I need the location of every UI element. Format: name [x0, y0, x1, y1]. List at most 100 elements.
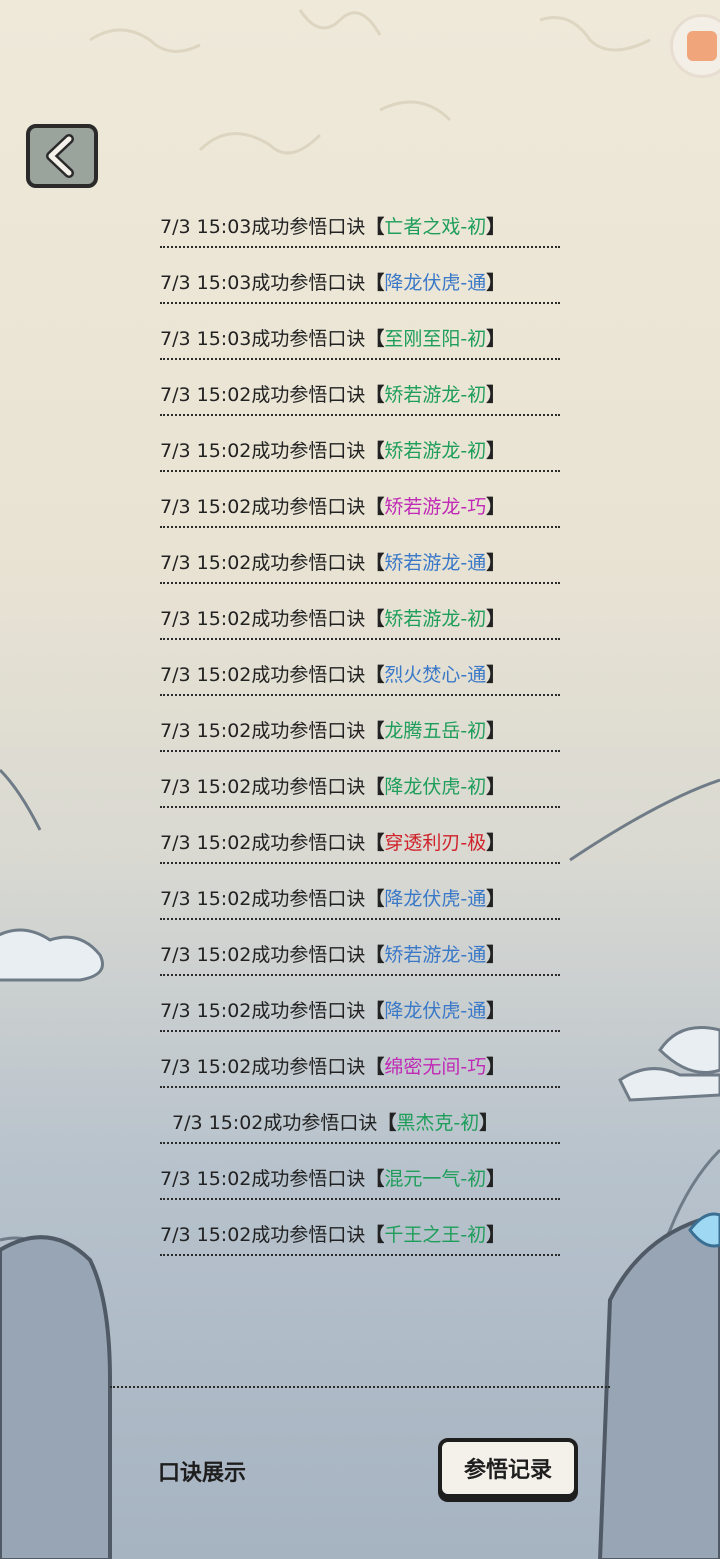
bracket-open: 【: [365, 216, 385, 238]
record-action: 成功参悟口诀: [251, 216, 366, 238]
record-text: 7/3 15:02成功参悟口诀【龙腾五岳-初】: [160, 719, 560, 743]
record-skill: 降龙伏虎-通: [384, 888, 487, 910]
list-item: 7/3 15:02成功参悟口诀【矫若游龙-初】: [160, 584, 560, 640]
bracket-close: 】: [486, 1056, 506, 1078]
bracket-close: 】: [486, 272, 506, 294]
record-text: 7/3 15:02成功参悟口诀【矫若游龙-初】: [160, 383, 560, 407]
bracket-close: 】: [486, 216, 506, 238]
bracket-close: 】: [486, 664, 506, 686]
record-action: 成功参悟口诀: [251, 440, 366, 462]
bracket-open: 【: [377, 1112, 397, 1134]
list-item: 7/3 15:02成功参悟口诀【降龙伏虎-通】: [160, 976, 560, 1032]
back-button[interactable]: [26, 124, 98, 188]
bracket-open: 【: [365, 776, 385, 798]
record-action: 成功参悟口诀: [251, 496, 366, 518]
bracket-open: 【: [365, 440, 385, 462]
record-skill: 千王之王-初: [384, 1224, 487, 1246]
record-time: 7/3 15:02: [160, 608, 252, 630]
record-action: 成功参悟口诀: [251, 608, 366, 630]
record-skill: 降龙伏虎-初: [384, 776, 487, 798]
record-time: 7/3 15:02: [160, 776, 252, 798]
record-text: 7/3 15:02成功参悟口诀【穿透利刃-极】: [160, 831, 560, 855]
record-text: 7/3 15:02成功参悟口诀【降龙伏虎-初】: [160, 775, 560, 799]
record-action: 成功参悟口诀: [251, 1224, 366, 1246]
bracket-open: 【: [365, 384, 385, 406]
list-item: 7/3 15:02成功参悟口诀【龙腾五岳-初】: [160, 696, 560, 752]
list-item: 7/3 15:02成功参悟口诀【矫若游龙-初】: [160, 360, 560, 416]
record-text: 7/3 15:02成功参悟口诀【黑杰克-初】: [172, 1111, 560, 1135]
record-skill: 降龙伏虎-通: [384, 272, 487, 294]
record-skill: 黑杰克-初: [396, 1112, 480, 1134]
record-time: 7/3 15:02: [160, 832, 252, 854]
bracket-close: 】: [486, 888, 506, 910]
record-text: 7/3 15:02成功参悟口诀【矫若游龙-巧】: [160, 495, 560, 519]
record-text: 7/3 15:02成功参悟口诀【矫若游龙-通】: [160, 943, 560, 967]
record-time: 7/3 15:02: [160, 944, 252, 966]
record-text: 7/3 15:03成功参悟口诀【亡者之戏-初】: [160, 215, 560, 239]
record-action: 成功参悟口诀: [263, 1112, 378, 1134]
list-item: 7/3 15:02成功参悟口诀【千王之王-初】: [160, 1200, 560, 1256]
record-skill: 矫若游龙-巧: [384, 496, 487, 518]
record-text: 7/3 15:02成功参悟口诀【矫若游龙-初】: [160, 607, 560, 631]
record-skill: 亡者之戏-初: [384, 216, 487, 238]
bracket-close: 】: [486, 552, 506, 574]
list-item: 7/3 15:02成功参悟口诀【烈火焚心-通】: [160, 640, 560, 696]
tab-insight-records[interactable]: 参悟记录: [438, 1438, 578, 1498]
record-time: 7/3 15:02: [160, 1056, 252, 1078]
bracket-close: 】: [486, 1224, 506, 1246]
record-text: 7/3 15:02成功参悟口诀【绵密无间-巧】: [160, 1055, 560, 1079]
bracket-open: 【: [365, 328, 385, 350]
list-item: 7/3 15:02成功参悟口诀【矫若游龙-初】: [160, 416, 560, 472]
record-time: 7/3 15:03: [160, 216, 252, 238]
list-item: 7/3 15:02成功参悟口诀【矫若游龙-巧】: [160, 472, 560, 528]
bracket-close: 】: [486, 776, 506, 798]
record-time: 7/3 15:02: [160, 1000, 252, 1022]
list-item: 7/3 15:03成功参悟口诀【亡者之戏-初】: [160, 192, 560, 248]
list-item: 7/3 15:02成功参悟口诀【穿透利刃-极】: [160, 808, 560, 864]
record-action: 成功参悟口诀: [251, 1056, 366, 1078]
record-skill: 龙腾五岳-初: [384, 720, 487, 742]
bracket-close: 】: [479, 1112, 499, 1134]
list-item: 7/3 15:02成功参悟口诀【黑杰克-初】: [160, 1088, 560, 1144]
bracket-open: 【: [365, 272, 385, 294]
bracket-close: 】: [486, 720, 506, 742]
record-action: 成功参悟口诀: [251, 552, 366, 574]
list-item: 7/3 15:03成功参悟口诀【至刚至阳-初】: [160, 304, 560, 360]
record-text: 7/3 15:02成功参悟口诀【矫若游龙-初】: [160, 439, 560, 463]
list-item: 7/3 15:03成功参悟口诀【降龙伏虎-通】: [160, 248, 560, 304]
record-skill: 烈火焚心-通: [384, 664, 487, 686]
record-list: 7/3 15:03成功参悟口诀【亡者之戏-初】 7/3 15:03成功参悟口诀【降…: [160, 192, 560, 1256]
record-text: 7/3 15:02成功参悟口诀【烈火焚心-通】: [160, 663, 560, 687]
record-time: 7/3 15:03: [160, 272, 252, 294]
bracket-open: 【: [365, 1224, 385, 1246]
bracket-close: 】: [486, 384, 506, 406]
record-skill: 矫若游龙-初: [384, 608, 487, 630]
bracket-open: 【: [365, 888, 385, 910]
bracket-open: 【: [365, 944, 385, 966]
bracket-close: 】: [486, 440, 506, 462]
record-action: 成功参悟口诀: [251, 944, 366, 966]
app-badge: [670, 14, 720, 78]
record-skill: 矫若游龙-初: [384, 384, 487, 406]
list-item: 7/3 15:02成功参悟口诀【矫若游龙-通】: [160, 528, 560, 584]
record-time: 7/3 15:02: [160, 552, 252, 574]
record-action: 成功参悟口诀: [251, 664, 366, 686]
record-text: 7/3 15:02成功参悟口诀【混元一气-初】: [160, 1167, 560, 1191]
bracket-open: 【: [365, 664, 385, 686]
record-action: 成功参悟口诀: [251, 384, 366, 406]
divider: [110, 1386, 610, 1388]
record-text: 7/3 15:02成功参悟口诀【矫若游龙-通】: [160, 551, 560, 575]
record-action: 成功参悟口诀: [251, 328, 366, 350]
bracket-open: 【: [365, 720, 385, 742]
record-time: 7/3 15:02: [160, 496, 252, 518]
record-action: 成功参悟口诀: [251, 272, 366, 294]
record-action: 成功参悟口诀: [251, 720, 366, 742]
record-skill: 矫若游龙-通: [384, 552, 487, 574]
record-action: 成功参悟口诀: [251, 888, 366, 910]
list-item: 7/3 15:02成功参悟口诀【矫若游龙-通】: [160, 920, 560, 976]
record-time: 7/3 15:02: [172, 1112, 264, 1134]
tab-mantra-display[interactable]: 口诀展示: [158, 1455, 246, 1487]
record-time: 7/3 15:03: [160, 328, 252, 350]
record-time: 7/3 15:02: [160, 440, 252, 462]
record-text: 7/3 15:02成功参悟口诀【千王之王-初】: [160, 1223, 560, 1247]
